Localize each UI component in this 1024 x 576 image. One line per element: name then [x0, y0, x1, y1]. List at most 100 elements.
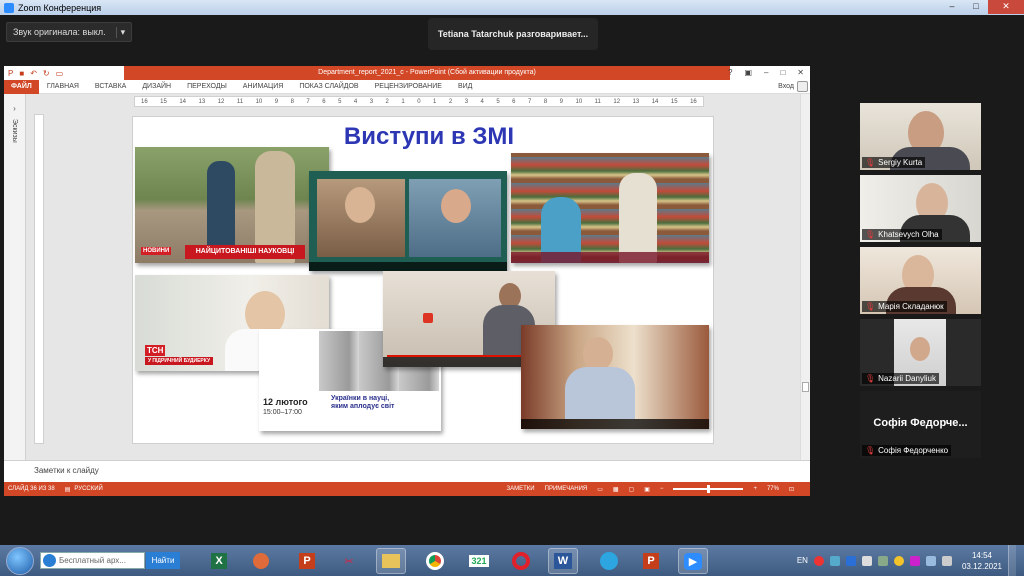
ruler-mark: 4 [353, 98, 358, 105]
ruler-mark: 1 [401, 98, 405, 105]
maximize-icon[interactable]: □ [964, 0, 988, 14]
help-icon[interactable]: ? [728, 66, 732, 80]
photo-outdoor-interview[interactable]: НАЙЦИТОВАНІШІ НАУКОВЦІ НОВИНИ [135, 147, 329, 263]
save-icon[interactable]: ■ [19, 69, 24, 78]
ruler-mark: 5 [338, 98, 342, 105]
tab-review[interactable]: РЕЦЕНЗИРОВАНИЕ [367, 83, 450, 90]
ppt-close-icon[interactable]: ✕ [797, 66, 804, 80]
ruler-mark: 15 [670, 98, 678, 105]
notes-toggle-button[interactable]: ЗАМЕТКИ [507, 486, 535, 492]
participant-tile[interactable]: Софія Федорче... 🎙 Софія Федорченко [860, 391, 981, 458]
ruler-mark: 13 [198, 98, 206, 105]
thumbnails-label: Эскизы [11, 119, 18, 143]
ppt-minimize-icon[interactable]: – [764, 66, 768, 80]
paint-icon[interactable]: ✂ [334, 548, 364, 574]
powerpoint-window: P ■ ↶ ↻ ▭ Department_report_2021_c - Pow… [4, 66, 810, 496]
windows-taskbar: Бесплатный арх... Найти X P ✂ 321 W P ▶ … [0, 545, 1024, 576]
explorer-icon[interactable] [376, 548, 406, 574]
photo-library-interview[interactable] [511, 153, 709, 263]
participant-tile[interactable]: 🎙 Sergiy Kurta [860, 103, 981, 170]
photo-caption: НАЙЦИТОВАНІШІ НАУКОВЦІ [185, 245, 305, 259]
search-button[interactable]: Найти [146, 552, 180, 569]
yandex-tray-icon[interactable] [813, 555, 824, 566]
tab-design[interactable]: ДИЗАЙН [134, 83, 179, 90]
user-account-icon[interactable] [797, 81, 808, 92]
redo-icon[interactable]: ↻ [43, 69, 50, 78]
network-tray-icon[interactable] [925, 555, 936, 566]
language-indicator[interactable]: РУССКИЙ [74, 486, 102, 492]
dropbox-tray-icon[interactable] [829, 555, 840, 566]
ppt-app-icon: P [8, 68, 14, 78]
reading-view-icon[interactable]: ▢ [629, 486, 635, 493]
powerpoint-icon[interactable]: P [636, 548, 666, 574]
slide-title[interactable]: Виступи в ЗМІ [329, 123, 529, 151]
signin-link[interactable]: Вход [778, 80, 794, 94]
calendar-day: 321 [469, 555, 489, 567]
present-icon[interactable]: ▭ [56, 69, 64, 78]
show-desktop-button[interactable] [1008, 545, 1016, 576]
participant-tile[interactable]: 🎙 Nazarii Danyliuk [860, 319, 981, 386]
poster-time: 15:00–17:00 [263, 409, 302, 416]
tab-view[interactable]: ВИД [450, 83, 480, 90]
zeta-tray-icon[interactable] [909, 555, 920, 566]
spellcheck-icon[interactable]: ▤ [65, 486, 71, 493]
participant-tile[interactable]: 🎙 Марія Складанюк [860, 247, 981, 314]
opera-icon[interactable] [506, 548, 536, 574]
volume-tray-icon[interactable] [941, 555, 952, 566]
close-icon[interactable]: ✕ [988, 0, 1024, 14]
zoom-slider[interactable] [673, 485, 744, 493]
flag-tray-icon[interactable] [861, 555, 872, 566]
comments-toggle-button[interactable]: ПРИМЕЧАНИЯ [545, 486, 588, 492]
norton-tray-icon[interactable] [893, 555, 904, 566]
ruler-mark: 6 [512, 98, 516, 105]
powerpoint-icon[interactable]: P [292, 548, 322, 574]
zoom-level[interactable]: 77% [767, 486, 779, 492]
minimize-icon[interactable]: – [940, 0, 964, 14]
slide-canvas[interactable]: Виступи в ЗМІ НАЙЦИТОВАНІШІ НАУКОВЦІ НОВ… [132, 116, 714, 444]
photo-tv-interview[interactable] [309, 171, 507, 271]
start-button-icon[interactable] [6, 547, 34, 575]
notes-pane[interactable]: Заметки к слайду [4, 460, 810, 482]
zoom-out-button[interactable]: − [660, 486, 664, 492]
ppt-restore-icon[interactable]: □ [780, 66, 785, 80]
tab-animations[interactable]: АНИМАЦИЯ [235, 83, 292, 90]
normal-view-icon[interactable]: ▭ [597, 486, 603, 493]
expand-thumbnails-icon[interactable]: › [4, 104, 25, 113]
chrome-icon[interactable] [420, 548, 450, 574]
scrollbar-thumb[interactable] [802, 382, 809, 392]
tab-insert[interactable]: ВСТАВКА [87, 83, 134, 90]
undo-icon[interactable]: ↶ [30, 69, 37, 78]
media-mic [423, 313, 433, 323]
security-tray-icon[interactable] [877, 555, 888, 566]
files-icon[interactable] [246, 548, 276, 574]
original-sound-dropdown-icon[interactable]: ▾ [115, 26, 125, 38]
input-language[interactable]: EN [797, 556, 808, 565]
taskbar-search-input[interactable]: Бесплатный арх... [40, 552, 145, 569]
photo-youtube-man[interactable] [521, 325, 709, 429]
telegram-icon[interactable] [594, 548, 624, 574]
participant-tile[interactable]: 🎙 Khatsevych Olha [860, 175, 981, 242]
ribbon-tabs: ФАЙЛ ГЛАВНАЯ ВСТАВКА ДИЗАЙН ПЕРЕХОДЫ АНИ… [4, 79, 810, 94]
participant-name-label: 🎙 Nazarii Danyliuk [862, 373, 939, 384]
zoom-in-button[interactable]: + [753, 486, 757, 492]
thumbnails-pane[interactable]: › Эскизы [4, 94, 26, 468]
original-sound-button[interactable]: Звук оригинала: выкл. ▾ [6, 22, 133, 42]
ruler-mark: 13 [632, 98, 640, 105]
fit-slide-icon[interactable]: ⊡ [789, 486, 794, 493]
excel-icon[interactable]: X [204, 548, 234, 574]
clock[interactable]: 14:54 03.12.2021 [962, 550, 1002, 572]
tab-slideshow[interactable]: ПОКАЗ СЛАЙДОВ [291, 83, 366, 90]
tab-home[interactable]: ГЛАВНАЯ [39, 83, 87, 90]
vertical-scrollbar[interactable] [800, 94, 810, 468]
participant-name-label: 🎙 Sergiy Kurta [862, 157, 926, 168]
ribbon-options-icon[interactable]: ▣ [744, 66, 752, 80]
tab-transitions[interactable]: ПЕРЕХОДЫ [179, 83, 235, 90]
calendar-icon[interactable]: 321 [464, 548, 494, 574]
zoom-icon[interactable]: ▶ [678, 548, 708, 574]
word-icon[interactable]: W [548, 548, 578, 574]
bluetooth-tray-icon[interactable] [845, 555, 856, 566]
slideshow-view-icon[interactable]: ▣ [644, 486, 650, 493]
tab-file[interactable]: ФАЙЛ [4, 79, 39, 94]
person-head [345, 187, 375, 223]
sorter-view-icon[interactable]: ▦ [613, 486, 619, 493]
